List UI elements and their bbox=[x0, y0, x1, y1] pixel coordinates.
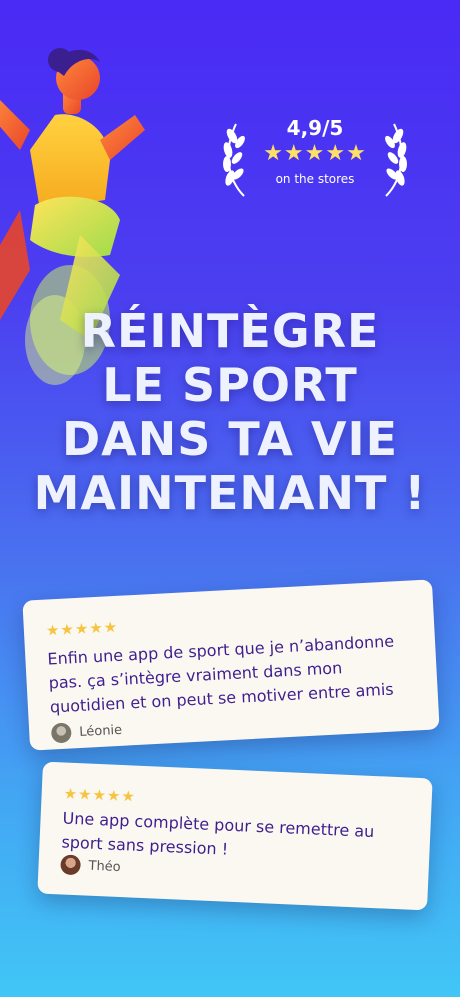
review-card: ★★★★★ Enfin une app de sport que je n’ab… bbox=[22, 579, 440, 751]
headline: RÉINTÈGRE LE SPORT DANS TA VIE MAINTENAN… bbox=[0, 304, 460, 520]
review-card: ★★★★★ Une app complète pour se remettre … bbox=[37, 761, 433, 911]
headline-line-2: LE SPORT bbox=[102, 358, 358, 412]
review-author: Léonie bbox=[50, 720, 123, 744]
rating-badge: 4,9/5 ★★★★★ on the stores bbox=[220, 112, 410, 198]
review-author: Théo bbox=[60, 854, 121, 877]
review-stars-icon: ★★★★★ bbox=[45, 617, 119, 640]
review-stars-icon: ★★★★★ bbox=[63, 784, 137, 806]
headline-line-1: RÉINTÈGRE bbox=[80, 304, 380, 358]
review-author-name: Théo bbox=[88, 858, 122, 875]
screen: 4,9/5 ★★★★★ on the stores RÉINTÈGRE LE S… bbox=[0, 0, 460, 997]
review-text: Enfin une app de sport que je n’abandonn… bbox=[46, 631, 395, 717]
review-author-name: Léonie bbox=[78, 722, 123, 740]
laurel-right-icon bbox=[385, 123, 407, 197]
headline-line-3: DANS TA VIE bbox=[62, 412, 398, 466]
headline-line-4: MAINTENANT ! bbox=[33, 466, 427, 520]
avatar bbox=[50, 722, 72, 744]
avatar bbox=[60, 854, 82, 876]
